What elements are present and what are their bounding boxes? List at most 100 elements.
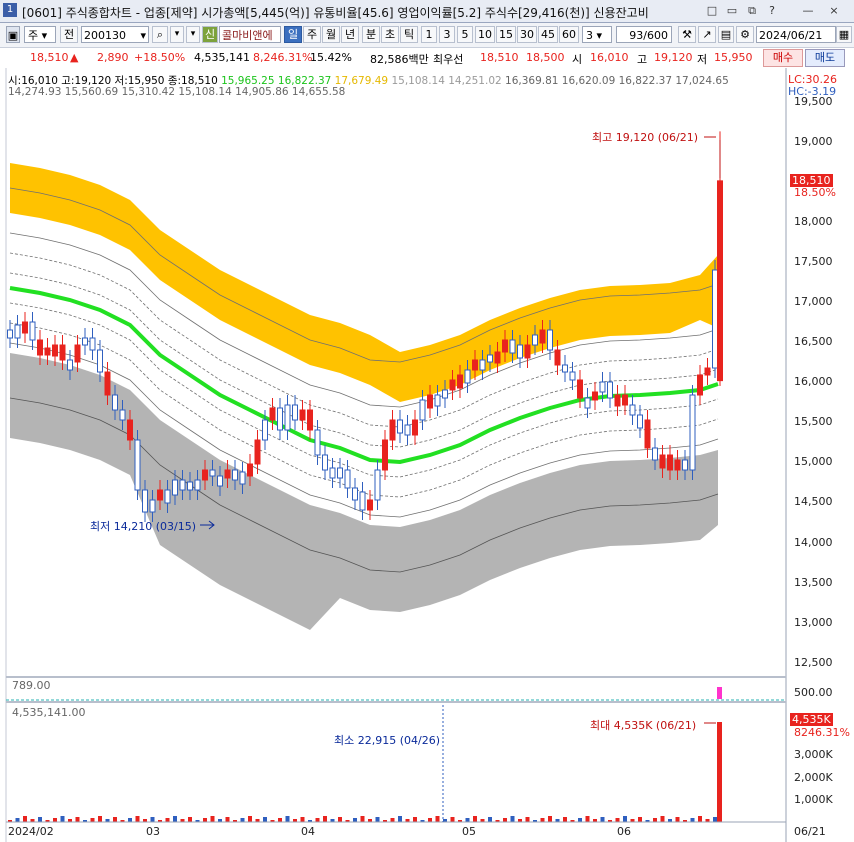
interval-60[interactable]: 60 — [559, 26, 579, 43]
volume-bar — [675, 817, 680, 822]
draw-line-icon[interactable]: ↗ — [698, 26, 716, 43]
tab-minute[interactable]: 분 — [362, 26, 380, 43]
volume-bar — [510, 816, 515, 822]
volume-value: 4,535,141 — [194, 51, 250, 64]
buy-button[interactable]: 매수 — [763, 49, 803, 67]
chart-tool-icon[interactable]: ⚒ — [678, 26, 696, 43]
last-pct-label: 18.50% — [794, 186, 836, 199]
volume-bar — [323, 816, 327, 822]
volume-bar — [338, 817, 342, 822]
tab-month[interactable]: 월 — [322, 26, 340, 43]
legend-2b: 15,560.69 15,310.42 15,108.14 14,905.86 … — [64, 86, 346, 98]
sell-button[interactable]: 매도 — [805, 49, 845, 67]
best-bid: 18,500 — [526, 51, 565, 64]
panel2-label: 789.00 — [12, 679, 51, 692]
volume-bar — [53, 818, 57, 822]
type-select[interactable]: 주 ▾ — [24, 26, 56, 43]
volume-bar — [128, 818, 132, 822]
tab-year[interactable]: 년 — [341, 26, 359, 43]
volume-bar — [435, 816, 440, 822]
candle-body — [592, 391, 598, 401]
interval-select[interactable]: 3 ▾ — [582, 26, 612, 43]
candle-body — [494, 351, 501, 364]
candle-body — [14, 324, 21, 339]
candle-body — [487, 354, 493, 363]
calendar-icon[interactable]: ▦ — [836, 26, 852, 43]
arrow-icon[interactable]: ▾ — [186, 26, 200, 43]
candle-body — [149, 499, 156, 513]
y-tick: 19,500 — [794, 95, 833, 108]
interval-10[interactable]: 10 — [475, 26, 495, 43]
candle-body — [172, 479, 178, 496]
window-icon-2[interactable]: ▭ — [724, 3, 740, 18]
interval-1[interactable]: 1 — [421, 26, 437, 43]
candle-body — [712, 269, 718, 369]
candle-body — [112, 394, 118, 411]
price-change-pct: +18.50% — [134, 51, 186, 64]
tab-tick[interactable]: 틱 — [400, 26, 418, 43]
candle-body — [449, 379, 456, 391]
best-quote-label: 최우선 — [433, 53, 464, 66]
window-icon-3[interactable]: ⧉ — [744, 3, 760, 18]
x-tick: 2024/02 — [8, 825, 54, 838]
interval-45[interactable]: 45 — [538, 26, 558, 43]
candle-body — [262, 419, 268, 441]
candle-body — [44, 347, 51, 356]
gear-icon[interactable]: ⚙ — [736, 26, 754, 43]
candle-body — [652, 447, 658, 461]
volume-bar — [90, 818, 95, 822]
volume-bar — [698, 816, 702, 822]
save-icon[interactable]: ▤ — [718, 26, 734, 43]
search-icon[interactable]: ⌕ — [152, 26, 168, 43]
panel2-axis: 500.00 — [794, 686, 833, 699]
candle-body — [217, 475, 223, 487]
count-field[interactable]: 93/600 — [616, 26, 672, 43]
candle-body — [247, 463, 253, 477]
credit-badge[interactable]: 신 — [202, 26, 218, 43]
last-volume-bar — [717, 722, 722, 822]
candle-body — [284, 404, 291, 431]
vol-y-tick: 1,000K — [794, 793, 833, 806]
help-icon[interactable]: ? — [764, 3, 780, 18]
interval-5[interactable]: 5 — [457, 26, 473, 43]
candle-body — [352, 487, 358, 501]
prev-button[interactable]: 전 — [60, 26, 78, 43]
minimize-button[interactable]: — — [800, 3, 816, 18]
volume-bar — [135, 816, 140, 822]
volume-bar — [585, 816, 590, 822]
candle-body — [374, 469, 381, 501]
candle-body — [674, 459, 681, 471]
y-tick: 14,500 — [794, 495, 833, 508]
turnover-pct: 15.42% — [310, 51, 352, 64]
tab-second[interactable]: 초 — [381, 26, 399, 43]
tab-week[interactable]: 주 — [303, 26, 321, 43]
close-button[interactable]: × — [826, 3, 842, 18]
x-tick: 03 — [146, 825, 160, 838]
candle-body — [637, 414, 643, 429]
candle-body — [269, 407, 276, 421]
interval-30[interactable]: 30 — [517, 26, 537, 43]
interval-15[interactable]: 15 — [496, 26, 516, 43]
price-chart[interactable] — [0, 68, 854, 842]
price-bar: 18,510 ▲ 2,890 +18.50% 4,535,141 8,246.3… — [0, 48, 854, 69]
candle-body — [397, 419, 403, 434]
interval-3[interactable]: 3 — [439, 26, 455, 43]
volume-bar — [375, 817, 380, 822]
candle-body — [569, 371, 576, 381]
candle-body — [367, 499, 373, 511]
window-icon-1[interactable]: □ — [704, 3, 720, 18]
candle-body — [412, 419, 418, 436]
volume-bar — [450, 817, 455, 822]
tab-day[interactable]: 일 — [284, 26, 302, 43]
date-input[interactable]: 2024/06/21 — [756, 26, 836, 43]
settings-icon[interactable]: ▾ — [170, 26, 184, 43]
code-input[interactable]: 200130 ▾ — [81, 26, 149, 43]
lock-icon[interactable]: ▣ — [6, 26, 20, 43]
y-tick: 13,500 — [794, 576, 833, 589]
x-right-label: 06/21 — [794, 825, 826, 838]
y-tick: 16,500 — [794, 335, 833, 348]
volume-bar — [15, 818, 20, 822]
low-value: 15,950 — [714, 51, 753, 64]
trade-amount: 82,586백만 — [370, 53, 429, 66]
candle-body — [22, 321, 28, 334]
